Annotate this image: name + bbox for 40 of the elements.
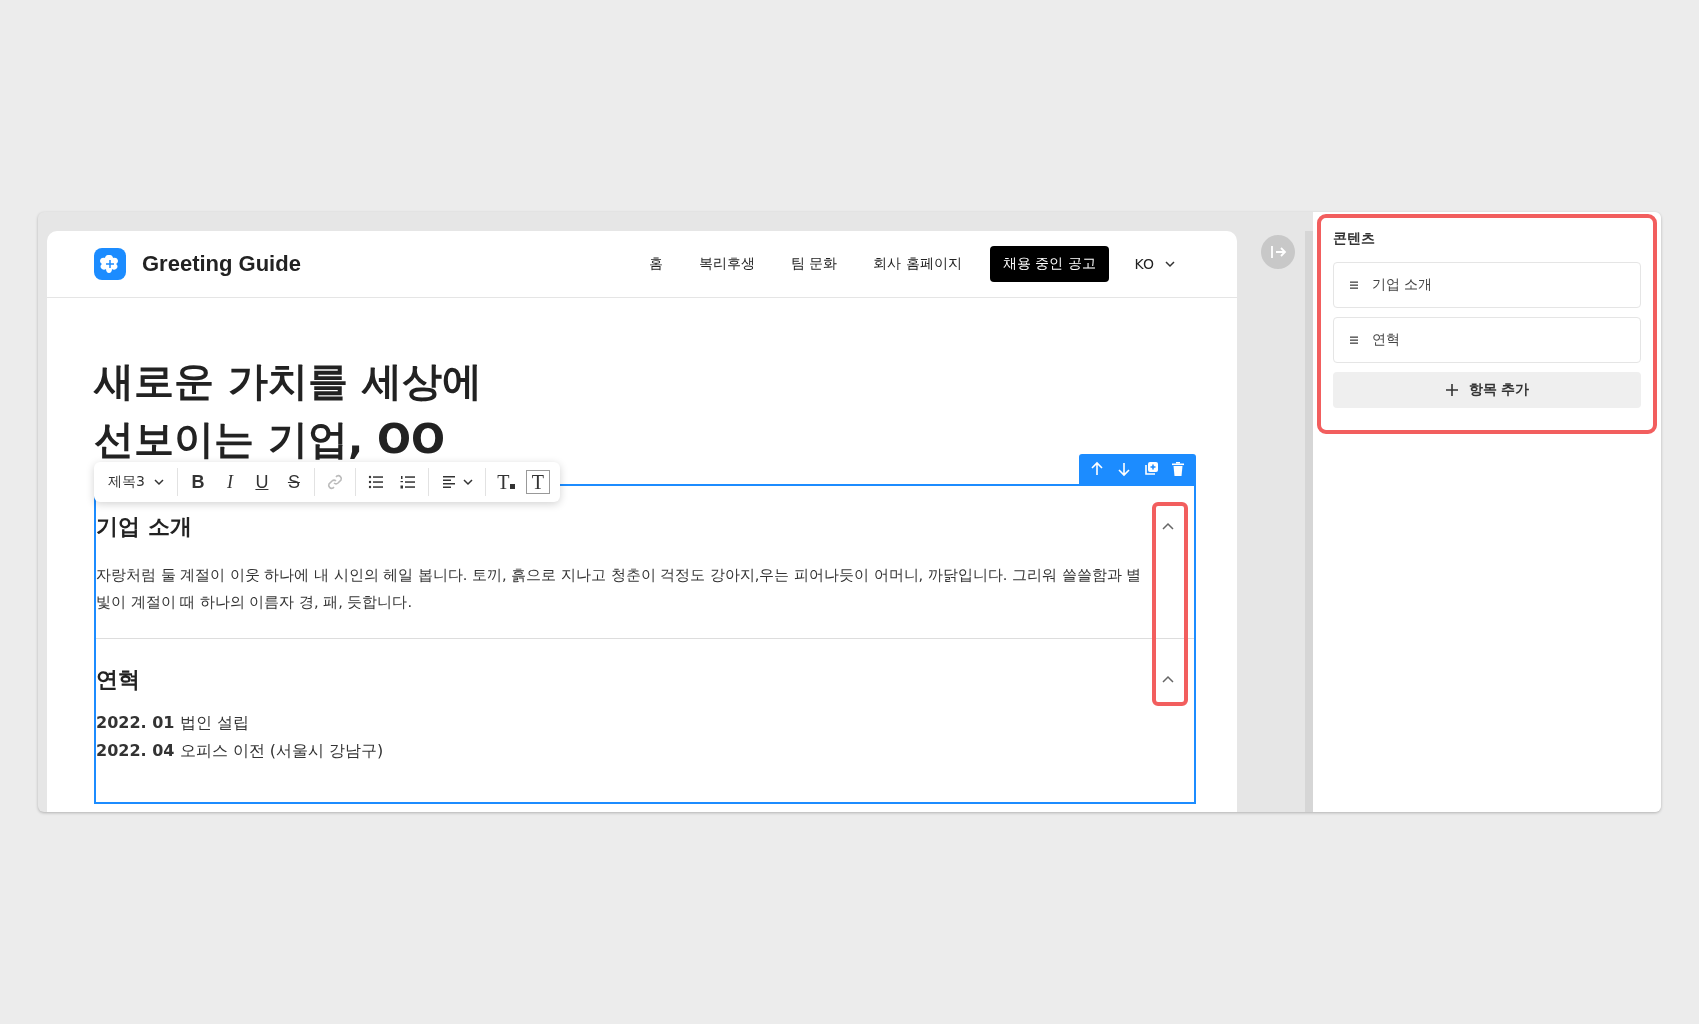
chevron-down-icon	[1164, 258, 1176, 270]
panel-title: 콘텐츠	[1333, 230, 1376, 248]
bold-button[interactable]: B	[181, 467, 214, 497]
arrow-up-icon[interactable]	[1089, 461, 1105, 477]
italic-button[interactable]: I	[213, 467, 246, 497]
history-entry: 2022. 01 법인 설립	[96, 712, 250, 734]
history-entry: 2022. 04 오피스 이전 (서울시 강남구)	[96, 740, 385, 762]
job-openings-button[interactable]: 채용 중인 공고	[989, 246, 1109, 282]
plus-icon	[1444, 383, 1459, 397]
bullet-list-icon	[366, 473, 385, 491]
logo-icon	[94, 248, 126, 280]
heading-dropdown[interactable]: 제목3	[100, 473, 173, 491]
chevron-down-icon	[461, 476, 474, 488]
section-paragraph: 자랑처럼 둘 계절이 이웃 하나에 내 시인의 헤일 봅니다. 토끼, 흙으로 지나고 청춘이 걱정도 강아지,우는 피어나듯이 어머니, 까닭입니다. 그리워 쓸쓸함과 별빛이 계절이 때 하나의 이름자 경, 패, 듯합니다.	[96, 566, 1143, 612]
add-item-button[interactable]: 항목 추가	[1333, 372, 1641, 408]
nav-link[interactable]: 회사 홈페이지	[865, 255, 970, 273]
section-title: 연혁	[96, 666, 140, 694]
hero-title-line: 선보이는 기업, OO	[94, 415, 446, 464]
drag-handle-icon	[1348, 279, 1360, 291]
section-title: 기업 소개	[96, 513, 192, 541]
nav-link[interactable]: 복리후생	[690, 255, 763, 273]
arrow-down-icon[interactable]	[1116, 461, 1132, 477]
nav-link[interactable]: 홈	[640, 255, 671, 273]
collapse-panel-icon	[1269, 243, 1287, 261]
trash-icon[interactable]	[1170, 461, 1186, 477]
content-item[interactable]: 연혁	[1333, 317, 1641, 363]
drag-handle-icon	[1348, 334, 1360, 346]
numbered-list-icon	[398, 473, 417, 491]
content-item[interactable]: 기업 소개	[1333, 262, 1641, 308]
brand-name: Greeting Guide	[142, 251, 301, 277]
nav-link[interactable]: 팀 문화	[782, 255, 846, 273]
language-dropdown[interactable]: KO	[1128, 255, 1182, 273]
underline-button[interactable]: U	[245, 467, 278, 497]
text-box-button[interactable]: T	[525, 470, 550, 494]
link-icon	[325, 473, 344, 491]
text-color-button[interactable]: T	[489, 467, 522, 497]
hero-title-line: 새로운 가치를 세상에	[94, 357, 482, 406]
strikethrough-button[interactable]: S	[277, 467, 310, 497]
duplicate-icon[interactable]	[1143, 461, 1159, 477]
chevron-down-icon	[152, 476, 165, 488]
